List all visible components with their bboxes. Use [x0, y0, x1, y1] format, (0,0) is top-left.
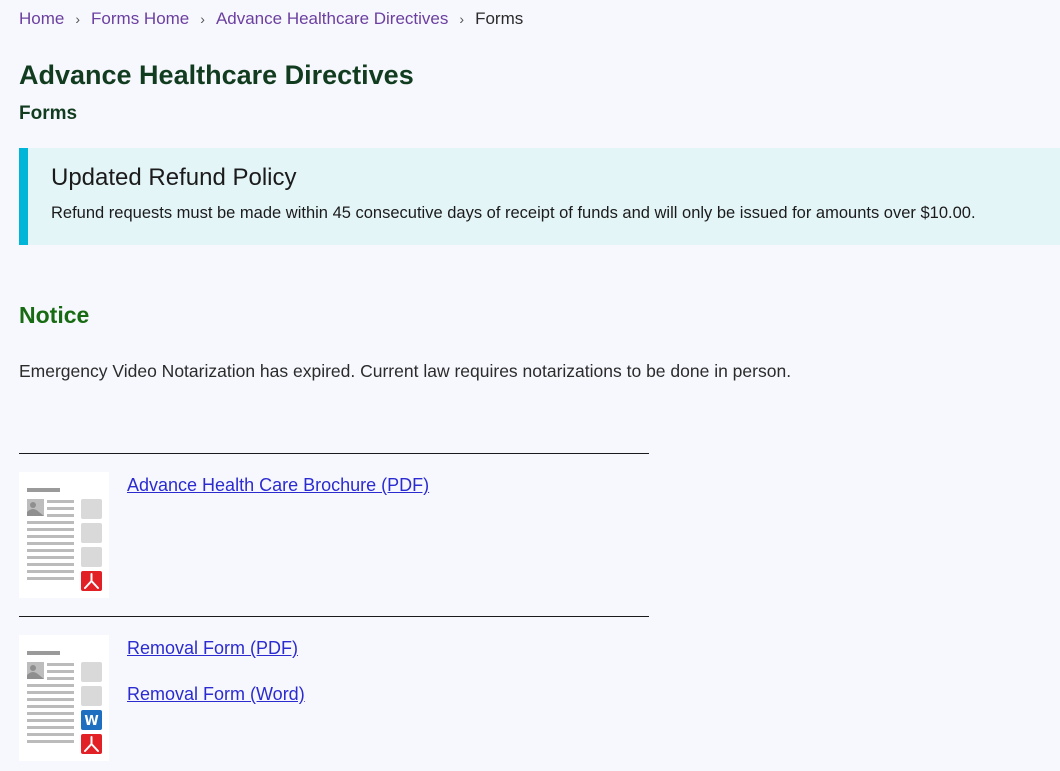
- removal-form-word-link[interactable]: Removal Form (Word): [127, 682, 305, 706]
- page-subtitle: Forms: [19, 103, 78, 124]
- document-preview-icon: W: [27, 651, 102, 754]
- chevron-right-icon: ›: [200, 11, 205, 27]
- divider: [19, 453, 649, 454]
- alert-body: Refund requests must be made within 45 c…: [51, 204, 976, 222]
- pdf-icon: [81, 571, 102, 591]
- breadcrumb-home[interactable]: Home: [19, 8, 64, 30]
- notice-heading: Notice: [19, 302, 90, 328]
- document-thumbnail: [19, 472, 109, 598]
- word-letter: W: [84, 714, 98, 729]
- alert-title: Updated Refund Policy: [51, 164, 297, 191]
- pdf-icon: [81, 734, 102, 754]
- breadcrumb-advance-healthcare-directives[interactable]: Advance Healthcare Directives: [216, 8, 448, 30]
- chevron-right-icon: ›: [75, 11, 81, 27]
- document-thumbnail: W: [19, 635, 109, 761]
- advance-health-care-brochure-pdf-link[interactable]: Advance Health Care Brochure (PDF): [127, 473, 429, 497]
- breadcrumb-current: Forms: [475, 9, 524, 28]
- breadcrumb-forms-home[interactable]: Forms Home: [91, 8, 189, 30]
- removal-form-pdf-link[interactable]: Removal Form (PDF): [127, 636, 305, 660]
- document-links: Advance Health Care Brochure (PDF): [127, 473, 429, 497]
- word-icon: W: [81, 710, 102, 730]
- refund-policy-alert: Updated Refund Policy Refund requests mu…: [19, 148, 1060, 245]
- notice-text: Emergency Video Notarization has expired…: [19, 361, 792, 381]
- chevron-right-icon: ›: [459, 11, 465, 27]
- breadcrumb: Home › Forms Home › Advance Healthcare D…: [19, 8, 523, 30]
- document-preview-icon: [27, 488, 102, 591]
- page-title: Advance Healthcare Directives: [19, 60, 414, 90]
- document-links: Removal Form (PDF) Removal Form (Word): [127, 636, 305, 706]
- divider: [19, 616, 649, 617]
